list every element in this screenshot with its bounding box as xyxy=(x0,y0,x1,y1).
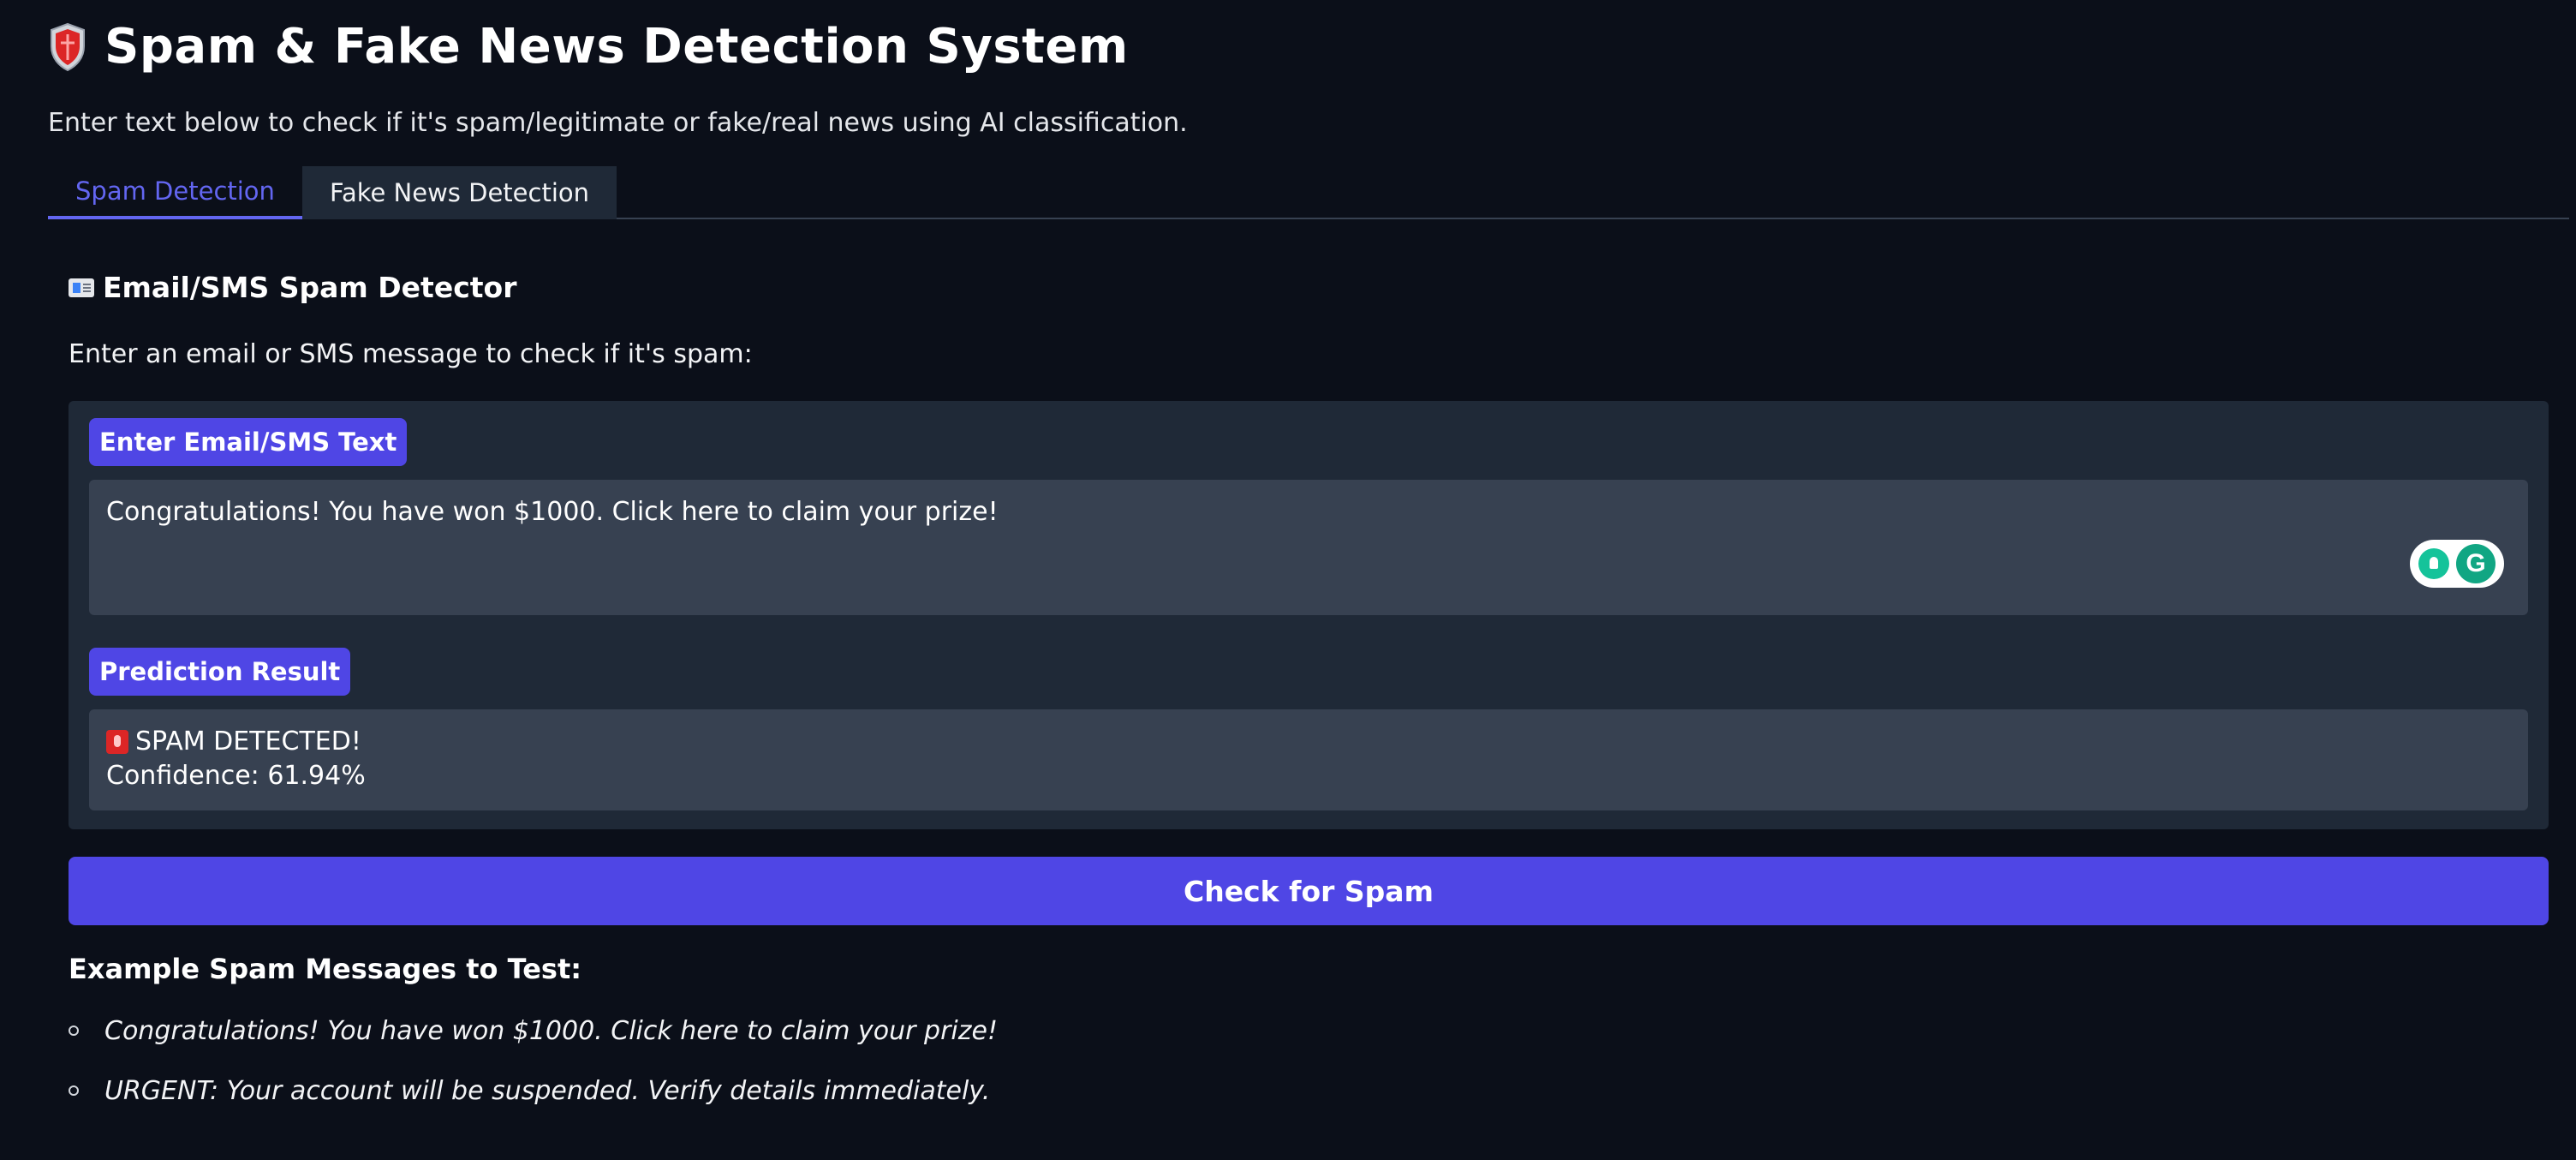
siren-icon xyxy=(106,730,128,754)
examples-heading: Example Spam Messages to Test: xyxy=(69,953,582,985)
list-item: URGENT: Your account will be suspended. … xyxy=(69,1071,998,1110)
result-status-line: SPAM DETECTED! xyxy=(106,725,2511,759)
grammarly-icon[interactable]: G xyxy=(2456,544,2496,583)
examples-list: Congratulations! You have won $1000. Cli… xyxy=(69,1011,998,1131)
instructions-text: Enter an email or SMS message to check i… xyxy=(69,339,753,369)
list-item: Congratulations! You have won $1000. Cli… xyxy=(69,1011,998,1050)
example-text: URGENT: Your account will be suspended. … xyxy=(104,1075,991,1106)
tab-spam-detection[interactable]: Spam Detection xyxy=(48,166,302,219)
app-page: Spam & Fake News Detection System Enter … xyxy=(0,0,2576,1160)
input-value[interactable]: Congratulations! You have won $1000. Cli… xyxy=(106,497,999,527)
check-for-spam-button[interactable]: Check for Spam xyxy=(69,857,2549,925)
tab-fake-news-detection[interactable]: Fake News Detection xyxy=(301,166,617,219)
section-header: Email/SMS Spam Detector xyxy=(69,271,516,304)
bullet-icon xyxy=(69,1085,79,1096)
input-label: Enter Email/SMS Text xyxy=(89,418,408,466)
grammarly-widget[interactable]: G xyxy=(2410,540,2504,588)
mail-icon xyxy=(69,278,94,297)
page-title: Spam & Fake News Detection System xyxy=(104,19,1129,75)
title-row: Spam & Fake News Detection System xyxy=(48,19,1129,75)
shield-icon xyxy=(51,22,85,71)
result-label: Prediction Result xyxy=(89,648,351,696)
bullet-icon xyxy=(69,1025,79,1036)
result-confidence: Confidence: 61.94% xyxy=(106,761,366,791)
lightbulb-icon[interactable] xyxy=(2418,548,2449,579)
email-sms-text-input[interactable]: Congratulations! You have won $1000. Cli… xyxy=(89,480,2528,615)
page-subtitle: Enter text below to check if it's spam/l… xyxy=(48,108,1188,138)
tab-bar: Spam Detection Fake News Detection xyxy=(48,166,2569,219)
example-text: Congratulations! You have won $1000. Cli… xyxy=(104,1015,998,1046)
result-status-text: SPAM DETECTED! xyxy=(135,726,361,756)
prediction-result-output: SPAM DETECTED! Confidence: 61.94% xyxy=(89,709,2528,810)
spam-form-panel: Enter Email/SMS Text Congratulations! Yo… xyxy=(69,401,2549,829)
section-title: Email/SMS Spam Detector xyxy=(103,271,517,304)
